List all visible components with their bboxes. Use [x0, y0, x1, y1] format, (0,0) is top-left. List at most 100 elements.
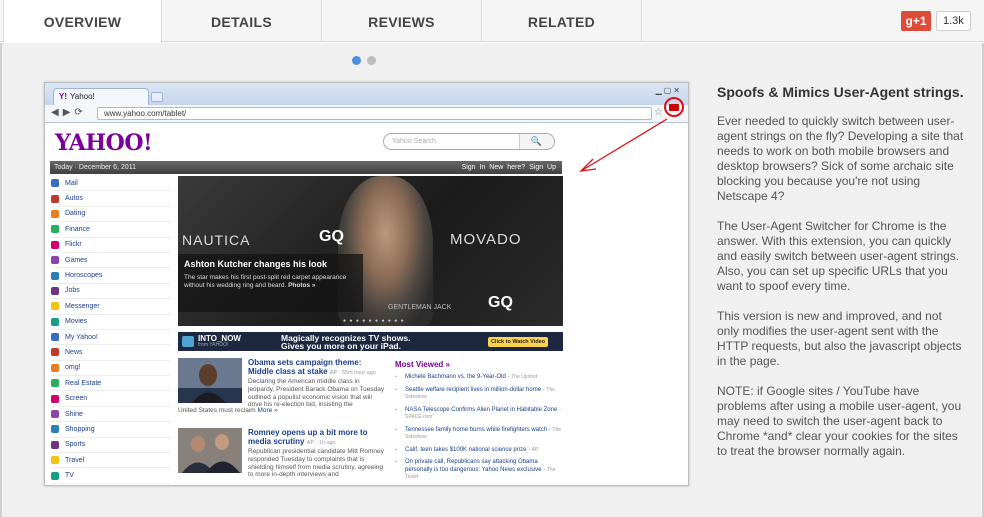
sidebar-item: Dating	[51, 207, 171, 223]
description-paragraph: NOTE: if Google sites / YouTube have pro…	[717, 384, 962, 458]
sidebar-item: Shopping	[51, 422, 171, 438]
tab-details[interactable]: DETAILS	[162, 0, 322, 42]
sidebar-item-icon	[51, 225, 59, 234]
most-viewed-link: Michele Bachmann vs. the 9-Year-Old	[405, 374, 506, 380]
description-paragraph: Ever needed to quickly switch between us…	[717, 114, 964, 203]
sidebar-item-icon	[51, 471, 59, 480]
browser-tab: Y! Yahoo!	[53, 88, 149, 105]
sidebar-item-label: Flickr	[65, 241, 82, 249]
yahoo-ad-banner: INTO_NOW from YAHOO! Magically recognizes…	[178, 332, 563, 351]
news-story: Obama sets campaign theme: Middle class …	[178, 358, 386, 423]
description-paragraph: The User-Agent Switcher for Chrome is th…	[717, 219, 960, 293]
sidebar-item-label: Messenger	[65, 302, 100, 310]
sidebar-item-label: News	[65, 348, 83, 356]
sidebar-item-icon	[51, 317, 59, 326]
sidebar-item-label: TV	[65, 472, 74, 480]
story-title: Romney opens up a bit more to media scru…	[248, 428, 368, 446]
most-viewed-source: SPACE.com	[405, 414, 433, 420]
sidebar-item-label: Mail	[65, 179, 78, 187]
sidebar-item-label: Dating	[65, 210, 86, 218]
yahoo-date: Today · December 6, 2011	[54, 164, 136, 171]
sidebar-item: Movies	[51, 315, 171, 330]
sidebar-item: News	[51, 345, 171, 361]
nav-buttons-icon: ◀▶⟳	[51, 107, 87, 118]
most-viewed-item: Seattle welfare recipient lives in milli…	[395, 387, 563, 402]
sidebar-item-icon	[51, 256, 59, 265]
most-viewed-item: Tennessee family home burns while firefi…	[395, 427, 563, 442]
tab-reviews[interactable]: REVIEWS	[322, 0, 482, 42]
description-paragraph: This version is new and improved, and no…	[717, 309, 962, 368]
most-viewed-link: Calif. teen takes $100K national science…	[405, 446, 527, 453]
most-viewed-item: NASA Telescope Confirms Alien Planet in …	[395, 407, 563, 422]
yahoo-hero-image: NAUTICA GQ MOVADO GQ GENTLEMAN JACK Asht…	[178, 176, 563, 326]
sidebar-item: Sports	[51, 438, 171, 454]
sidebar-item: Screen	[51, 391, 171, 407]
most-viewed-source: The Upshot	[511, 374, 538, 380]
hero-text: The star makes his first post-split red …	[184, 274, 347, 289]
most-viewed-item: On private call, Republicans say attacki…	[395, 459, 563, 482]
story-title: Obama sets campaign theme: Middle class …	[248, 358, 376, 376]
sidebar-item-icon	[51, 271, 59, 280]
hero-jack-text: GENTLEMAN JACK	[388, 304, 452, 311]
tab-overview[interactable]: OVERVIEW	[3, 0, 162, 43]
sidebar-item-label: Screen	[65, 395, 88, 403]
sidebar-item-icon	[51, 348, 59, 357]
overview-panel: Y! Yahoo! ▁▢✕ ◀▶⟳ www.yahoo.com/tablet/ ☆…	[0, 43, 984, 517]
google-plus-one-button[interactable]: g+1	[901, 11, 931, 31]
story-photo-obama	[178, 358, 242, 403]
sidebar-item: Jobs	[51, 284, 171, 300]
screenshot-image: Y! Yahoo! ▁▢✕ ◀▶⟳ www.yahoo.com/tablet/ ☆…	[44, 82, 689, 486]
sidebar-item-label: Shopping	[65, 425, 95, 433]
sidebar-item-label: Finance	[65, 225, 90, 233]
story-tail: United States must reclaim More »	[178, 407, 278, 414]
yahoo-search-icon: 🔍	[519, 134, 553, 149]
sidebar-item-icon	[51, 209, 59, 218]
ad-text: Magically recognizes TV shows. Gives you …	[281, 333, 411, 351]
sidebar-item-icon	[51, 456, 59, 465]
sidebar-item-label: Shine	[65, 410, 83, 418]
browser-titlebar: Y! Yahoo! ▁▢✕	[45, 83, 688, 105]
hero-brand-right: MOVADO	[450, 231, 522, 248]
sidebar-item: Flickr	[51, 238, 171, 253]
sidebar-item-icon	[51, 440, 59, 449]
most-viewed-link: Seattle welfare recipient lives in milli…	[405, 386, 542, 393]
sidebar-item-label: Sports	[65, 441, 86, 449]
most-viewed-item: Calif. teen takes $100K national science…	[395, 447, 563, 455]
sidebar-item-icon	[51, 333, 59, 342]
sidebar-item: Games	[51, 253, 171, 269]
sidebar-item: Messenger	[51, 299, 171, 315]
most-viewed-title: Most Viewed »	[395, 360, 450, 369]
extension-description: Spoofs & Mimics User-Agent strings. Ever…	[717, 83, 967, 474]
carousel-dot[interactable]	[367, 56, 376, 65]
tab-related[interactable]: RELATED	[482, 0, 642, 42]
sidebar-item: Travel	[51, 453, 171, 469]
window-controls-icon: ▁▢✕	[655, 86, 682, 95]
carousel-dot-active[interactable]	[352, 56, 361, 65]
sidebar-item: Mail	[51, 176, 171, 192]
sidebar-item-label: Horoscopes	[65, 272, 103, 280]
sidebar-item-label: Real Estate	[65, 379, 102, 387]
hero-logo-gq-2: GQ	[488, 294, 513, 311]
hero-logo-gq: GQ	[319, 228, 344, 245]
story-body: Declaring the American middle class in j…	[248, 378, 385, 409]
address-bar: www.yahoo.com/tablet/	[97, 107, 652, 120]
most-viewed-link: On private call, Republicans say attacki…	[405, 459, 542, 473]
sidebar-item-icon	[51, 363, 59, 372]
sidebar-item-label: My Yahoo!	[65, 333, 98, 341]
most-viewed-link: Tennessee family home burns while firefi…	[405, 426, 548, 433]
sidebar-item: omg!	[51, 361, 171, 377]
most-viewed-source: AP	[531, 446, 539, 453]
most-viewed-list: Most Viewed » Michele Bachmann vs. the 9…	[395, 360, 563, 485]
hero-photos-link: Photos »	[288, 282, 316, 289]
hero-caption: Ashton Kutcher changes his look The star…	[178, 254, 363, 312]
sidebar-item: Real Estate	[51, 376, 171, 392]
yahoo-sidebar: Mail Autos Dating Finance Flickr Games Horosco…	[51, 176, 171, 484]
hero-headline: Ashton Kutcher changes his look	[184, 259, 328, 269]
most-viewed-item: Michele Bachmann vs. the 9-Year-Old · Th…	[395, 374, 563, 382]
sidebar-item-label: Travel	[65, 456, 85, 464]
sidebar-item: My Yahoo!	[51, 330, 171, 346]
sidebar-item-label: Jobs	[65, 287, 80, 295]
yahoo-logo: YAHOO!	[55, 130, 153, 156]
sidebar-item-icon	[51, 425, 59, 434]
sidebar-item-icon	[51, 286, 59, 295]
